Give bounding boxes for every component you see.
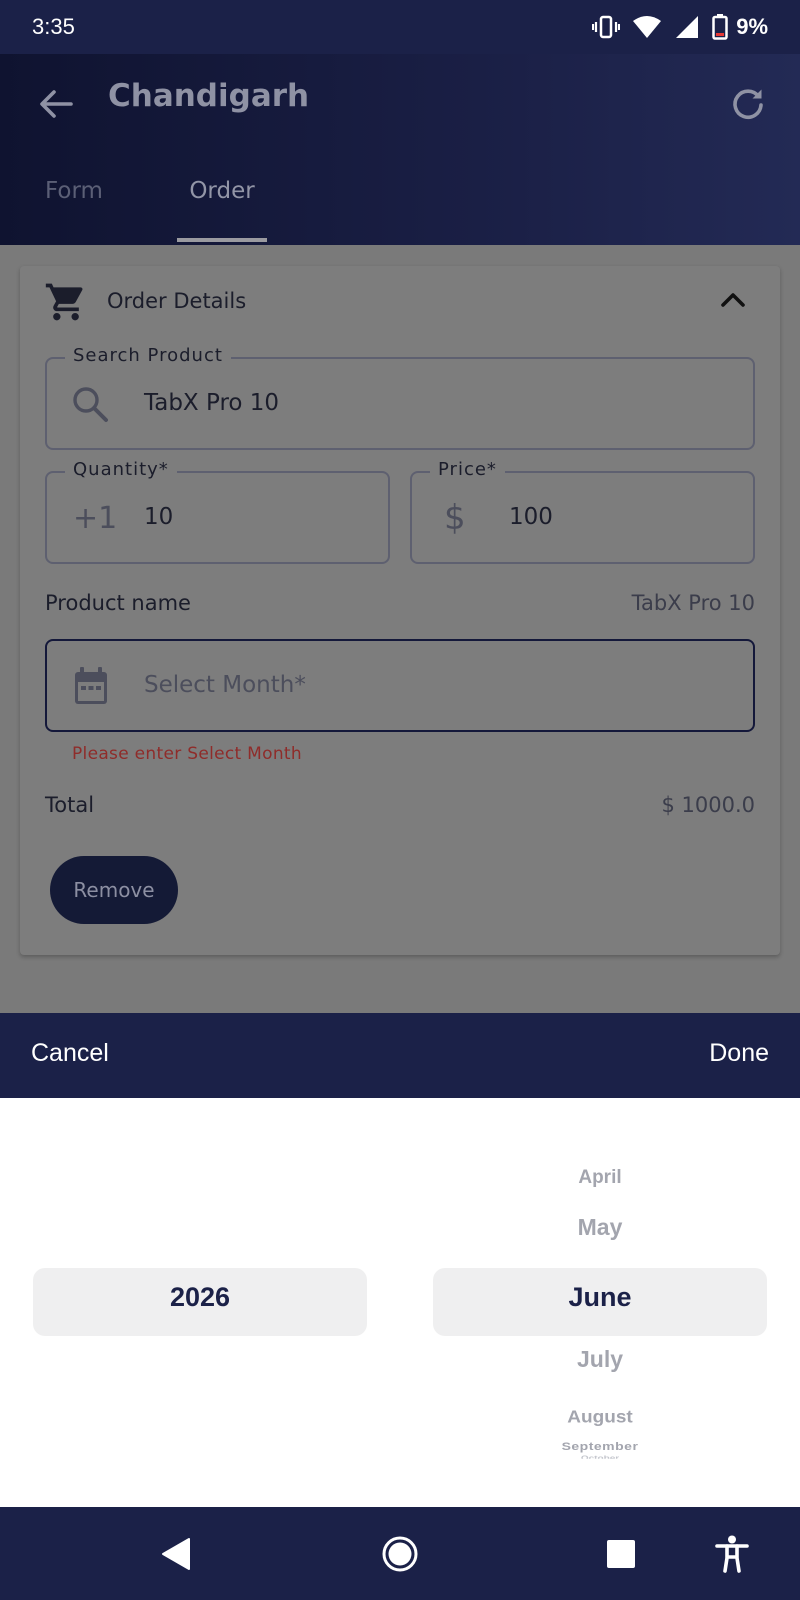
- month-wheel-item[interactable]: August: [433, 1408, 767, 1428]
- circle-home-icon: [382, 1536, 418, 1571]
- refresh-button[interactable]: [726, 80, 770, 128]
- arrow-back-icon: [40, 90, 73, 118]
- quantity-input[interactable]: 10: [144, 504, 173, 530]
- tab-order[interactable]: Order: [177, 178, 267, 245]
- month-wheel-item[interactable]: October: [433, 1455, 767, 1459]
- vibrate-icon: [592, 15, 621, 39]
- month-wheel-item[interactable]: May: [433, 1214, 767, 1241]
- battery-icon: [712, 14, 728, 40]
- total-value: $ 1000.0: [661, 793, 755, 817]
- tab-form[interactable]: Form: [45, 178, 103, 245]
- status-icons: 9%: [592, 14, 768, 40]
- done-button[interactable]: Done: [709, 1039, 769, 1068]
- price-field[interactable]: Price* $ 100: [410, 459, 755, 564]
- accessibility-icon: [715, 1535, 749, 1573]
- search-product-field[interactable]: Search Product TabX Pro 10: [45, 345, 755, 450]
- cancel-button[interactable]: Cancel: [31, 1039, 109, 1068]
- price-label: Price*: [430, 459, 505, 480]
- status-time: 3:35: [32, 14, 75, 39]
- wifi-icon: [633, 16, 662, 38]
- month-wheel-item[interactable]: September: [433, 1440, 767, 1453]
- plus-one-icon: +1: [73, 501, 118, 536]
- nav-recents-button[interactable]: [581, 1507, 661, 1600]
- remove-button[interactable]: Remove: [50, 856, 178, 924]
- status-bar: 3:35 9%: [0, 0, 800, 54]
- month-wheel-item[interactable]: July: [433, 1346, 767, 1373]
- month-wheel-item[interactable]: April: [433, 1167, 767, 1189]
- chevron-up-icon[interactable]: [720, 290, 746, 308]
- order-details-card: Order Details Search Product TabX Pro 10…: [20, 266, 780, 955]
- select-month-error: Please enter Select Month: [72, 744, 302, 764]
- accessibility-button[interactable]: [692, 1507, 772, 1600]
- signal-icon: [676, 16, 699, 38]
- calendar-icon: [75, 667, 107, 704]
- tab-order-label: Order: [189, 178, 255, 204]
- square-recents-icon: [607, 1539, 635, 1568]
- picker-toolbar: Cancel Done: [0, 1013, 800, 1098]
- search-product-label: Search Product: [65, 345, 231, 366]
- app-bar: Chandigarh Form Order: [0, 54, 800, 245]
- quantity-field[interactable]: Quantity* +1 10: [45, 459, 390, 564]
- tab-indicator: [177, 238, 267, 242]
- quantity-label: Quantity*: [65, 459, 177, 480]
- price-input[interactable]: 100: [509, 504, 553, 530]
- year-wheel-selected[interactable]: 2026: [33, 1282, 367, 1313]
- tab-form-label: Form: [45, 178, 103, 204]
- card-header[interactable]: Order Details: [20, 266, 780, 336]
- dollar-icon: $: [444, 498, 466, 538]
- system-nav-bar: [0, 1507, 800, 1600]
- month-wheel-selected[interactable]: June: [433, 1282, 767, 1313]
- select-month-field[interactable]: Select Month*: [45, 639, 755, 732]
- search-product-input[interactable]: TabX Pro 10: [144, 390, 279, 416]
- product-name-label: Product name: [45, 591, 191, 615]
- back-button[interactable]: [36, 82, 76, 126]
- nav-home-button[interactable]: [360, 1507, 440, 1600]
- battery-percent: 9%: [736, 14, 768, 39]
- select-month-input[interactable]: Select Month*: [144, 672, 306, 698]
- month-year-picker: 2026 April May June July August Septembe…: [0, 1098, 800, 1507]
- product-name-value: TabX Pro 10: [631, 591, 755, 615]
- cart-icon: [45, 283, 83, 321]
- triangle-back-icon: [162, 1537, 190, 1570]
- nav-back-button[interactable]: [136, 1507, 216, 1600]
- search-icon: [73, 387, 108, 422]
- total-label: Total: [45, 793, 95, 817]
- refresh-icon: [733, 89, 763, 119]
- card-title: Order Details: [107, 289, 247, 313]
- page-title: Chandigarh: [108, 78, 310, 114]
